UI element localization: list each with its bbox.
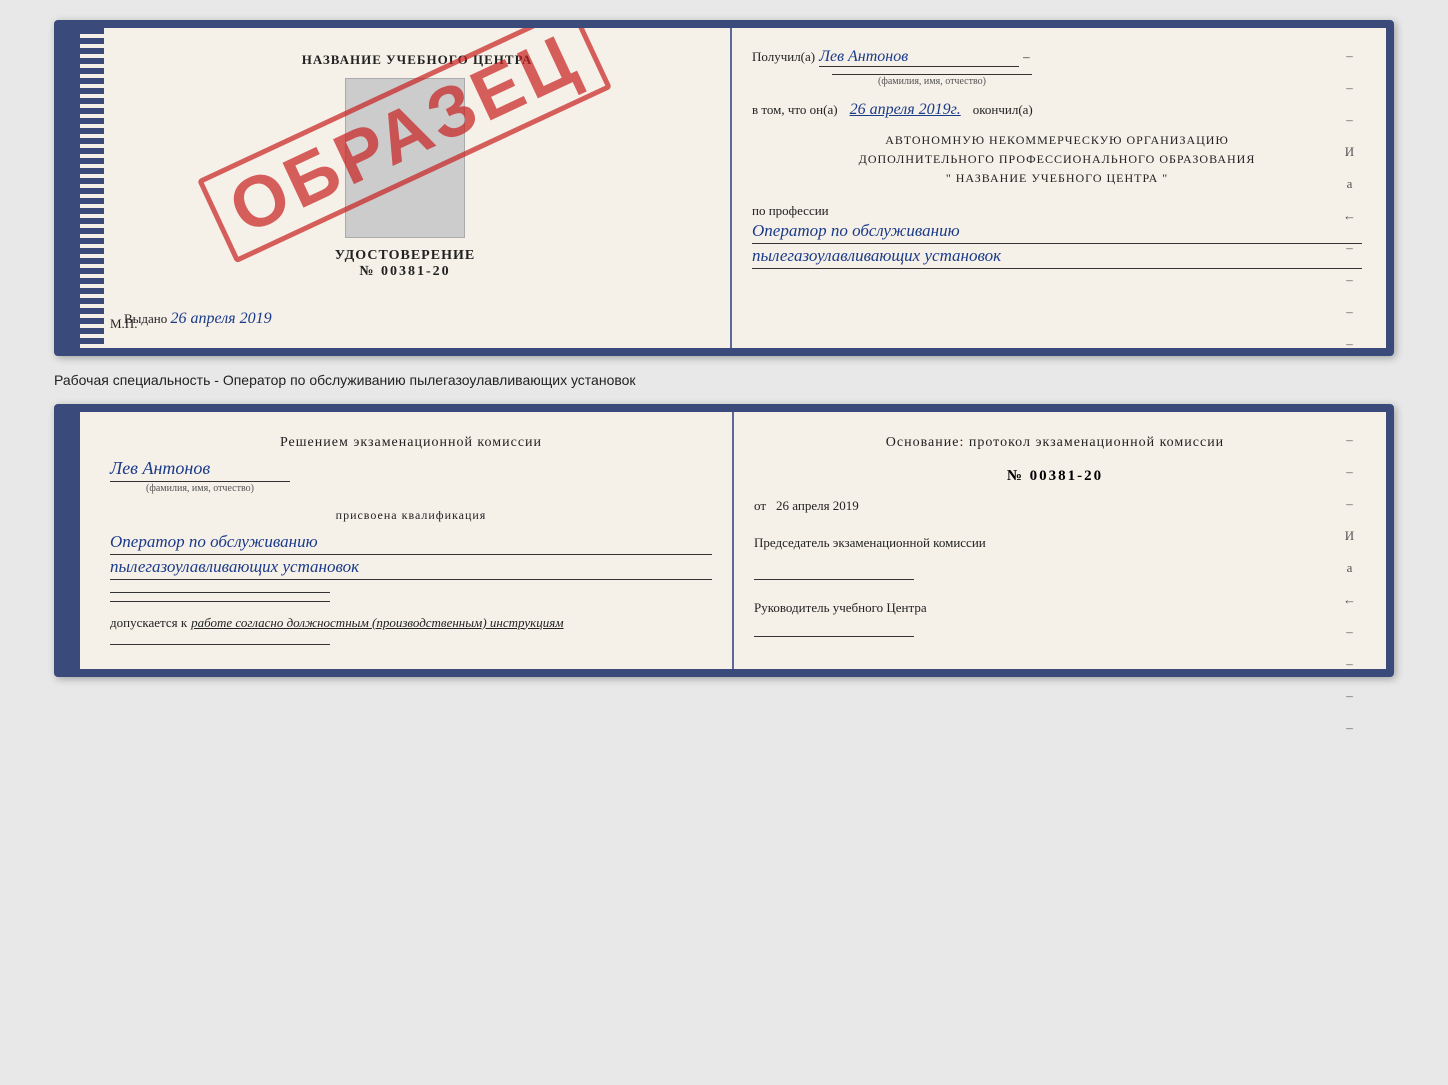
left-decoration — [80, 28, 104, 348]
chairman-sig-line — [754, 579, 914, 580]
admission-text: работе согласно должностным (производств… — [191, 615, 563, 630]
org-section: АВТОНОМНУЮ НЕКОММЕРЧЕСКУЮ ОРГАНИЗАЦИЮ ДО… — [752, 131, 1362, 189]
sig-line-3 — [110, 644, 330, 645]
chairman-label: Председатель экзаменационной комиссии — [754, 535, 1356, 551]
date-section: в том, что он(а) 26 апреля 2019г. окончи… — [752, 101, 1362, 119]
bottom-book-spine — [62, 412, 80, 669]
issued-date: 26 апреля 2019 — [171, 310, 272, 327]
qualification-line1: Оператор по обслуживанию — [110, 532, 712, 555]
protocol-date-section: от 26 апреля 2019 — [754, 497, 1356, 515]
top-document: НАЗВАНИЕ УЧЕБНОГО ЦЕНТРА УДОСТОВЕРЕНИЕ №… — [54, 20, 1394, 356]
date-value: 26 апреля 2019г. — [850, 101, 961, 118]
director-sig-line — [754, 636, 914, 637]
protocol-number-section: № 00381-20 — [754, 468, 1356, 485]
org-line1: АВТОНОМНУЮ НЕКОММЕРЧЕСКУЮ ОРГАНИЗАЦИЮ — [752, 131, 1362, 150]
profession-section: по профессии Оператор по обслуживанию пы… — [752, 203, 1362, 269]
director-label: Руководитель учебного Центра — [754, 600, 1356, 616]
protocol-number: № 00381-20 — [754, 468, 1356, 485]
cert-issued: Выдано 26 апреля 2019 — [124, 310, 710, 328]
bottom-left-page: Решением экзаменационной комиссии Лев Ан… — [80, 412, 734, 669]
cert-number: № 00381-20 — [100, 264, 710, 280]
recipient-section: Получил(а) Лев Антонов – (фамилия, имя, … — [752, 48, 1362, 89]
admission-label: допускается к — [110, 615, 187, 630]
profession-prefix: по профессии — [752, 203, 1362, 219]
received-label: Получил(а) — [752, 49, 815, 65]
recipient-name: Лев Антонов — [819, 48, 1019, 67]
top-right-page: Получил(а) Лев Антонов – (фамилия, имя, … — [732, 28, 1386, 348]
decision-section: Решением экзаменационной комиссии Лев Ан… — [110, 432, 712, 494]
basis-prefix: Основание: протокол экзаменационной коми… — [754, 432, 1356, 454]
chairman-section: Председатель экзаменационной комиссии — [754, 535, 1356, 580]
person-sub-bottom: (фамилия, имя, отчество) — [110, 481, 290, 494]
profession-line2: пылегазоулавливающих установок — [752, 246, 1362, 269]
date-prefix-bottom: от — [754, 498, 766, 513]
right-dashes: – – – И а ← – – – – — [1343, 48, 1356, 352]
photo-placeholder — [345, 78, 465, 238]
director-section: Руководитель учебного Центра — [754, 600, 1356, 637]
dash: – — [1023, 49, 1030, 65]
profession-line1: Оператор по обслуживанию — [752, 221, 1362, 244]
recipient-sublabel: (фамилия, имя, отчество) — [832, 74, 1032, 87]
date-prefix: в том, что он(а) — [752, 102, 838, 117]
admission-section: допускается к работе согласно должностны… — [110, 614, 712, 632]
qualification-line2: пылегазоулавливающих установок — [110, 557, 712, 580]
mp-label: М.П. — [110, 316, 137, 332]
top-left-page: НАЗВАНИЕ УЧЕБНОГО ЦЕНТРА УДОСТОВЕРЕНИЕ №… — [80, 28, 732, 348]
bottom-right-page: Основание: протокол экзаменационной коми… — [734, 412, 1386, 669]
qualification-prefix: присвоена квалификация — [110, 506, 712, 525]
sig-line-1 — [110, 592, 330, 593]
qualification-section: присвоена квалификация Оператор по обслу… — [110, 506, 712, 579]
recipient-line: Получил(а) Лев Антонов – — [752, 48, 1362, 67]
bottom-right-dashes: – – – И а ← – – – – — [1343, 432, 1356, 736]
basis-section: Основание: протокол экзаменационной коми… — [754, 432, 1356, 454]
org-line2: ДОПОЛНИТЕЛЬНОГО ПРОФЕССИОНАЛЬНОГО ОБРАЗО… — [752, 150, 1362, 169]
sig-line-2 — [110, 601, 330, 602]
decision-prefix: Решением экзаменационной комиссии — [110, 432, 712, 454]
bottom-document: Решением экзаменационной комиссии Лев Ан… — [54, 404, 1394, 677]
protocol-date: 26 апреля 2019 — [776, 498, 859, 513]
middle-label: Рабочая специальность - Оператор по обсл… — [54, 368, 1394, 392]
school-name-header: НАЗВАНИЕ УЧЕБНОГО ЦЕНТРА — [124, 52, 710, 68]
cert-title: УДОСТОВЕРЕНИЕ — [100, 248, 710, 264]
cert-title-block: УДОСТОВЕРЕНИЕ № 00381-20 — [100, 248, 710, 280]
org-line3: " НАЗВАНИЕ УЧЕБНОГО ЦЕНТРА " — [752, 169, 1362, 188]
person-name-bottom: Лев Антонов — [110, 458, 712, 479]
book-spine — [62, 28, 80, 348]
finished-label: окончил(а) — [973, 102, 1033, 117]
